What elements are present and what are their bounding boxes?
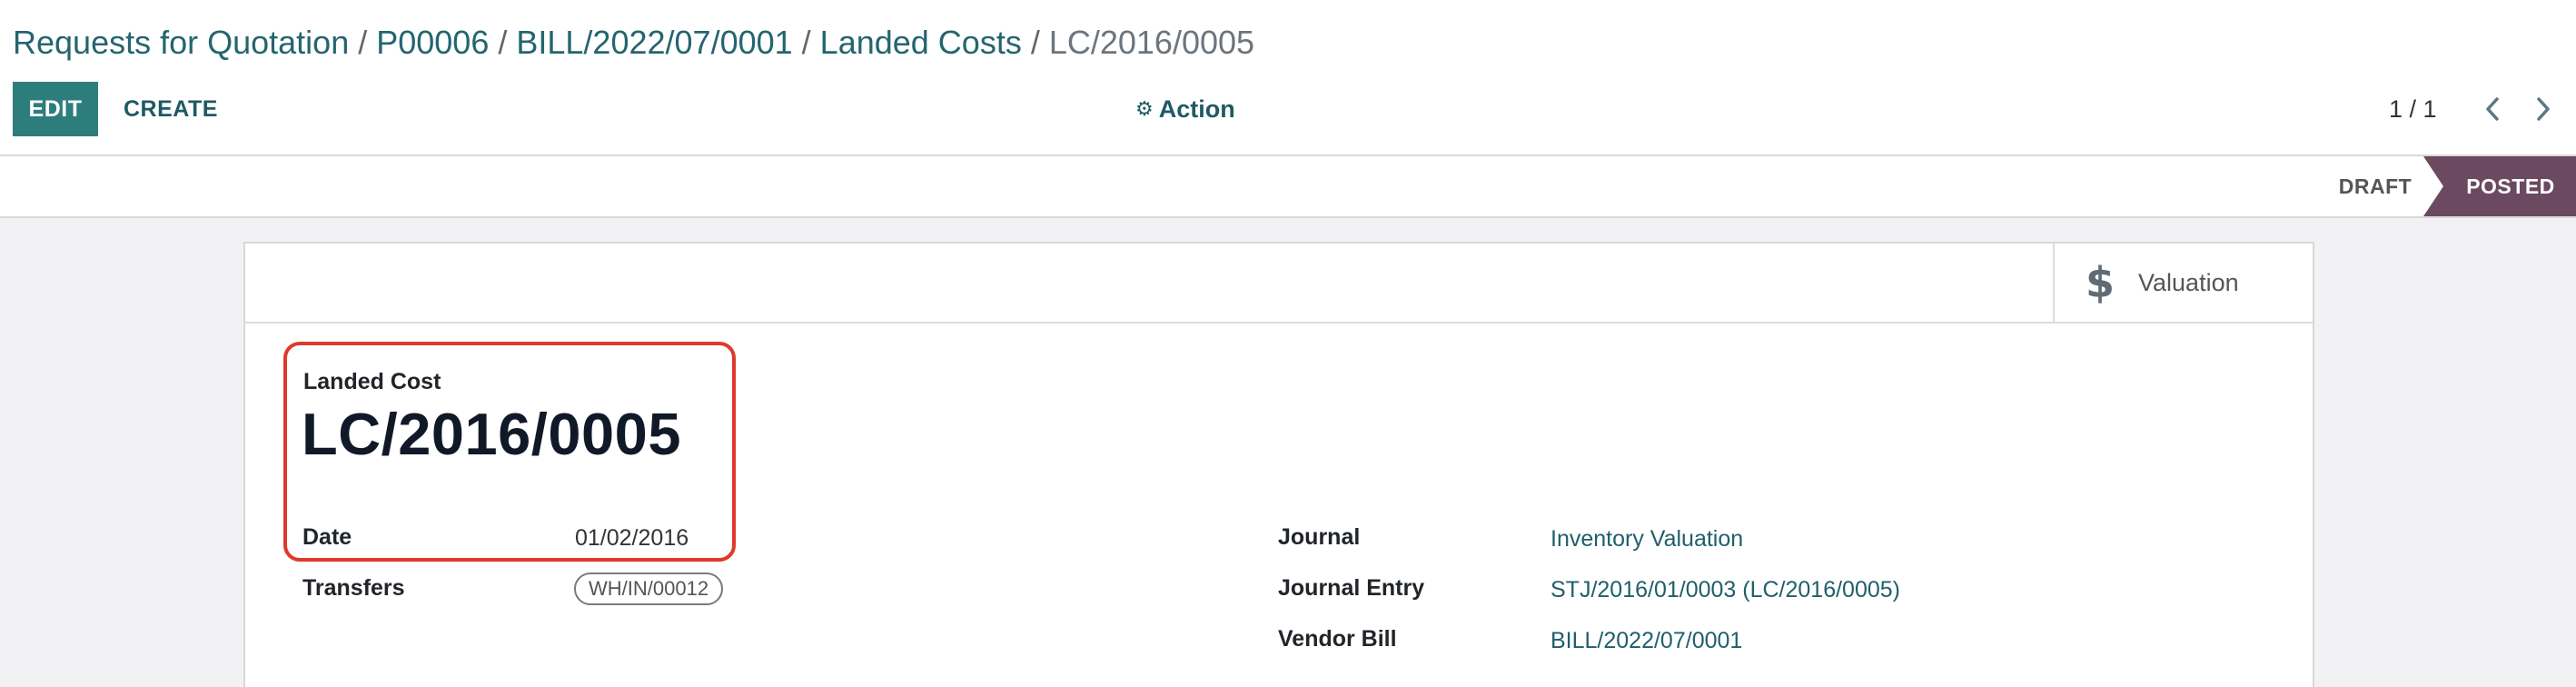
breadcrumb: Requests for Quotation / P00006/BILL/2022/… [13, 20, 1254, 65]
create-button[interactable]: CREATE [109, 82, 233, 136]
breadcrumb-requests-for-quotation[interactable]: Requests for Quotation [13, 24, 349, 61]
vendor-bill-label: Vendor Bill [1278, 626, 1397, 652]
breadcrumb-separator: / [1030, 24, 1040, 61]
smart-button-box: $ Valuation [245, 244, 2313, 324]
breadcrumb-vendor-bill[interactable]: BILL/2022/07/0001 [516, 24, 792, 61]
status-bar: DRAFT POSTED [0, 156, 2576, 218]
date-label: Date [302, 524, 352, 550]
record-title: LC/2016/0005 [302, 401, 681, 467]
journal-entry-link[interactable]: STJ/2016/01/0003 (LC/2016/0005) [1551, 577, 1900, 603]
transfer-tag[interactable]: WH/IN/00012 [574, 572, 724, 605]
status-posted[interactable]: POSTED [2423, 156, 2576, 216]
edit-button[interactable]: EDIT [13, 82, 98, 136]
pager-value[interactable]: 1 / 1 [2389, 89, 2437, 129]
pager-previous-button[interactable] [2474, 89, 2511, 129]
action-menu-button[interactable]: ⚙ Action [1135, 89, 1235, 129]
journal-link[interactable]: Inventory Valuation [1551, 526, 1743, 553]
chevron-right-icon [2537, 97, 2550, 121]
breadcrumb-landed-costs[interactable]: Landed Costs [820, 24, 1022, 61]
form-sheet: $ Valuation Landed Cost LC/2016/0005 [243, 242, 2314, 687]
status-draft[interactable]: DRAFT [2325, 156, 2425, 216]
valuation-label: Valuation [2138, 268, 2239, 296]
dollar-icon: $ [2086, 258, 2115, 307]
action-menu-label: Action [1158, 95, 1235, 123]
breadcrumb-separator: / [358, 24, 368, 61]
title-label: Landed Cost [303, 369, 441, 394]
gear-icon: ⚙ [1135, 97, 1154, 120]
valuation-button[interactable]: $ Valuation [2053, 244, 2313, 322]
journal-label: Journal [1278, 524, 1361, 550]
breadcrumb-separator: / [498, 24, 508, 61]
control-panel: Requests for Quotation / P00006/BILL/2022/… [0, 0, 2576, 156]
journal-entry-label: Journal Entry [1278, 575, 1425, 601]
pager-next-button[interactable] [2525, 89, 2561, 129]
chevron-left-icon [2486, 97, 2499, 121]
transfers-label: Transfers [302, 575, 405, 601]
vendor-bill-link[interactable]: BILL/2022/07/0001 [1551, 628, 1742, 654]
date-value: 01/02/2016 [575, 525, 689, 551]
breadcrumb-separator: / [801, 24, 811, 61]
breadcrumb-current: LC/2016/0005 [1048, 24, 1255, 61]
breadcrumb-purchase-order[interactable]: P00006 [376, 24, 489, 61]
